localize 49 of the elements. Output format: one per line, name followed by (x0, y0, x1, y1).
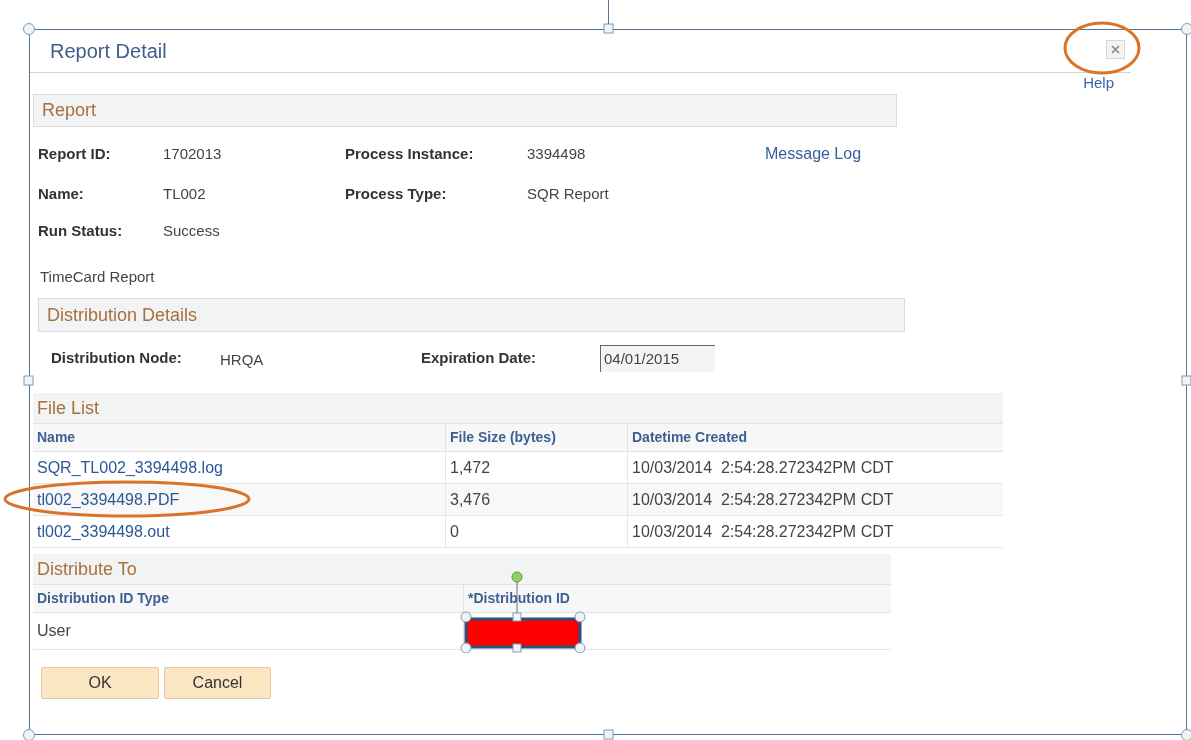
section-title: Distribute To (37, 557, 137, 581)
field-label: Process Type: (345, 183, 448, 204)
selection-handle[interactable] (1181, 23, 1191, 35)
column-header: File Size (bytes) (445, 424, 627, 451)
date-field[interactable]: 04/01/2015 (600, 344, 715, 372)
table-cell: 10/03/2014 2:54:28.272342PM CDT (627, 516, 1003, 547)
field-label: Distribution Node: (51, 347, 183, 368)
selection-handle[interactable] (23, 729, 35, 740)
column-header: Datetime Created (627, 424, 1003, 451)
field-label: Expiration Date: (421, 347, 538, 368)
column-header: Name (36, 428, 77, 447)
selection-handle[interactable] (603, 729, 615, 740)
field-value: HRQA (220, 349, 265, 370)
help-link[interactable]: Help (1083, 72, 1114, 95)
report-description: TimeCard Report (40, 266, 155, 287)
field-label: Name: (38, 183, 85, 204)
field-value: 3394498 (527, 143, 587, 164)
field-label: Run Status: (38, 220, 124, 241)
close-button[interactable] (1106, 40, 1125, 59)
selection-handle[interactable] (1181, 375, 1191, 387)
message-log-link[interactable]: Message Log (765, 142, 1186, 166)
selection-handle[interactable] (23, 23, 35, 35)
table-cell: 1,472 (445, 452, 627, 483)
table-cell: 0 (445, 516, 627, 547)
table-cell: 3,476 (445, 484, 627, 515)
handle-line (608, 0, 609, 24)
selection-handle[interactable] (603, 23, 615, 35)
close-icon (1111, 45, 1120, 54)
table-cell: 10/03/2014 2:54:28.272342PM CDT (627, 452, 1003, 483)
selection-handle[interactable] (23, 375, 35, 387)
table-cell: 10/03/2014 2:54:28.272342PM CDT (627, 484, 1003, 515)
selection-handle[interactable] (1181, 729, 1191, 740)
column-header: Distribution ID Type (36, 589, 170, 608)
section-title: Report (42, 99, 97, 122)
section-title: Distribution Details (47, 303, 198, 327)
file-link[interactable]: tl002_3394498.out (33, 516, 445, 547)
field-label: Process Instance: (345, 143, 475, 164)
field-value: 1702013 (163, 143, 223, 164)
dialog-button[interactable]: Cancel (164, 667, 271, 699)
dialog-button[interactable]: OK (41, 667, 159, 699)
dialog-title: Report Detail (50, 39, 167, 64)
file-link[interactable]: SQR_TL002_3394498.log (33, 452, 445, 483)
field-value: TL002 (163, 183, 207, 204)
section-title: File List (37, 396, 99, 420)
field-value: Success (163, 220, 221, 241)
table-cell-text: User (36, 621, 72, 641)
field-value: SQR Report (527, 183, 610, 204)
file-link[interactable]: tl002_3394498.PDF (33, 484, 445, 515)
field-label: Report ID: (38, 143, 112, 164)
